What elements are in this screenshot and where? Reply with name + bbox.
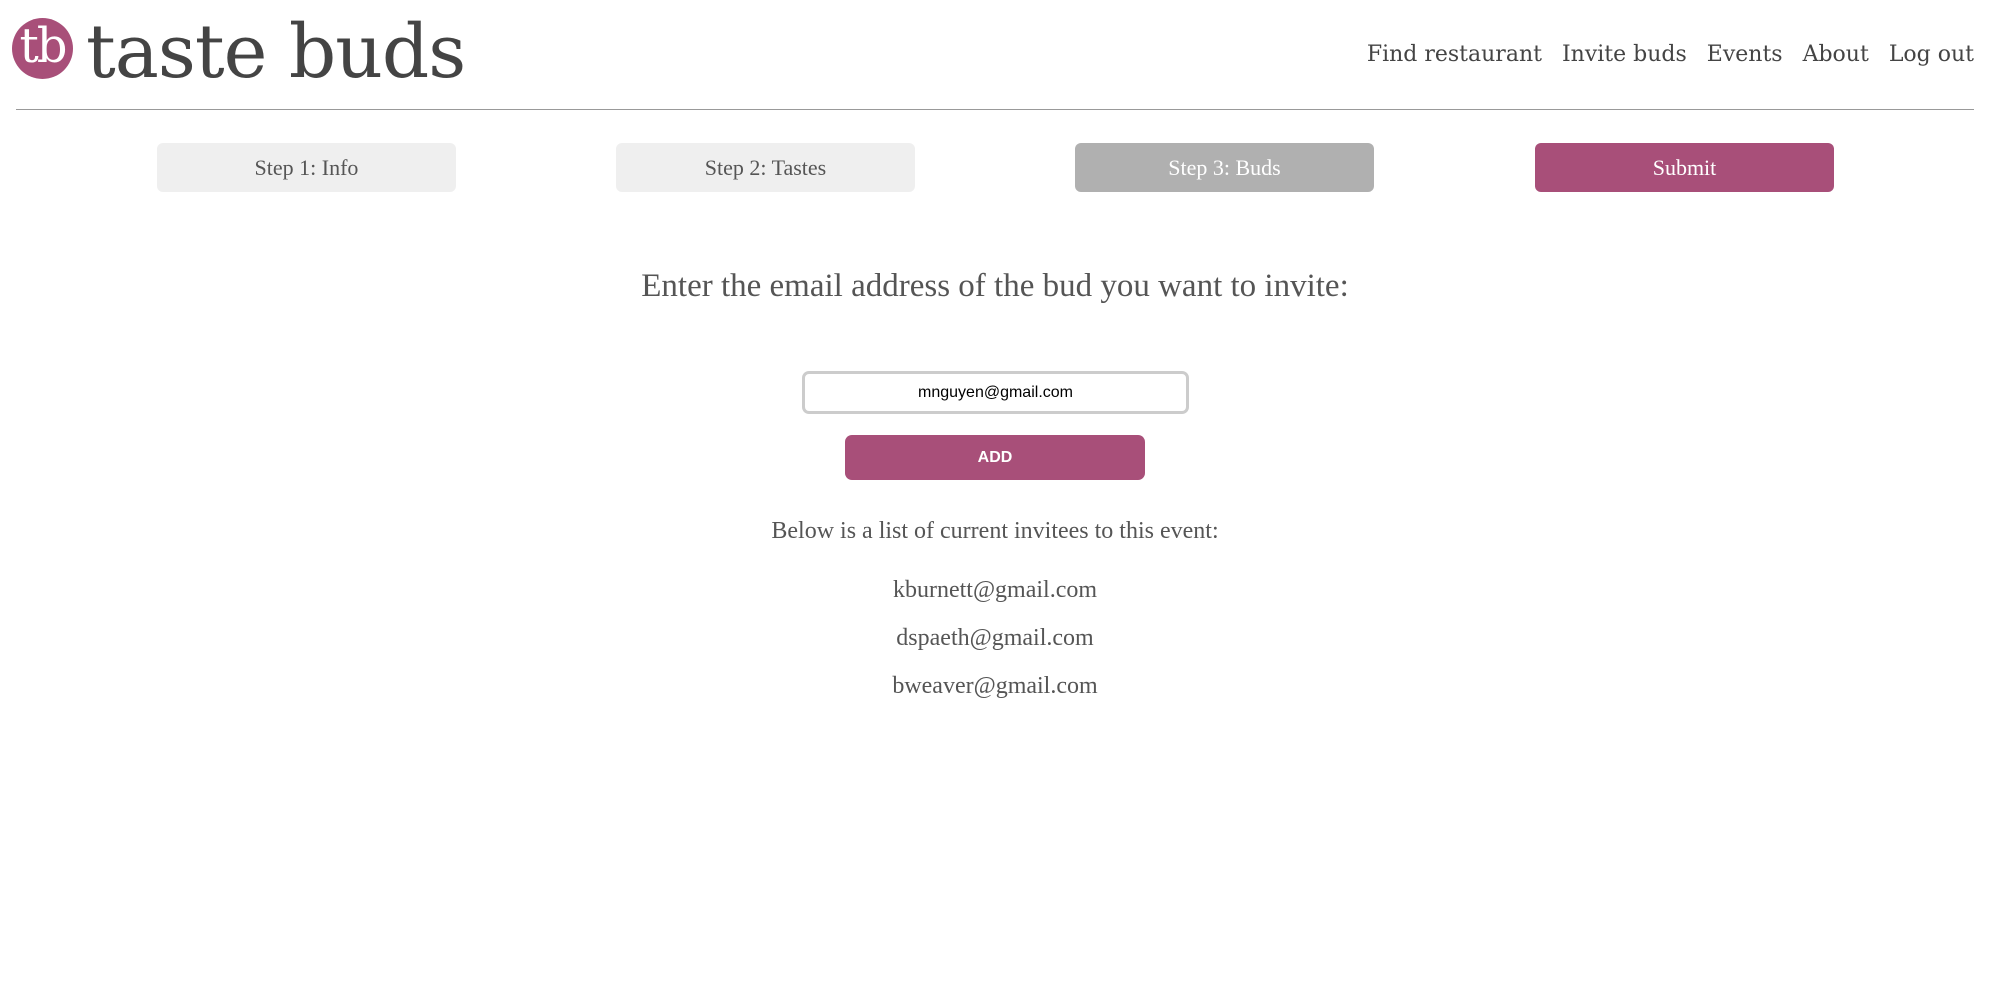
invite-prompt: Enter the email address of the bud you w… (641, 268, 1349, 304)
step-3-buds-button[interactable]: Step 3: Buds (1075, 143, 1374, 192)
header: tb taste buds Find restaurant Invite bud… (0, 0, 1990, 110)
nav-find-restaurant[interactable]: Find restaurant (1367, 42, 1542, 67)
invitee-list: kburnett@gmail.com dspaeth@gmail.com bwe… (0, 566, 1990, 710)
email-input[interactable] (802, 371, 1189, 414)
invitee-item: kburnett@gmail.com (892, 577, 1098, 603)
invitee-item: dspaeth@gmail.com (896, 625, 1094, 651)
logo-text[interactable]: taste buds (86, 4, 466, 100)
invitee-item: bweaver@gmail.com (892, 673, 1098, 699)
add-button[interactable]: ADD (845, 435, 1145, 480)
nav-log-out[interactable]: Log out (1889, 42, 1974, 67)
nav-about[interactable]: About (1803, 42, 1869, 67)
nav-invite-buds[interactable]: Invite buds (1562, 42, 1687, 67)
header-divider (16, 109, 1974, 110)
invitees-heading: Below is a list of current invitees to t… (771, 518, 1219, 544)
submit-button[interactable]: Submit (1535, 143, 1834, 192)
step-1-info-button[interactable]: Step 1: Info (157, 143, 456, 192)
main-nav: Find restaurant Invite buds Events About… (1367, 42, 1974, 67)
step-2-tastes-button[interactable]: Step 2: Tastes (616, 143, 915, 192)
nav-events[interactable]: Events (1707, 42, 1783, 67)
logo-icon[interactable]: tb (12, 18, 73, 79)
